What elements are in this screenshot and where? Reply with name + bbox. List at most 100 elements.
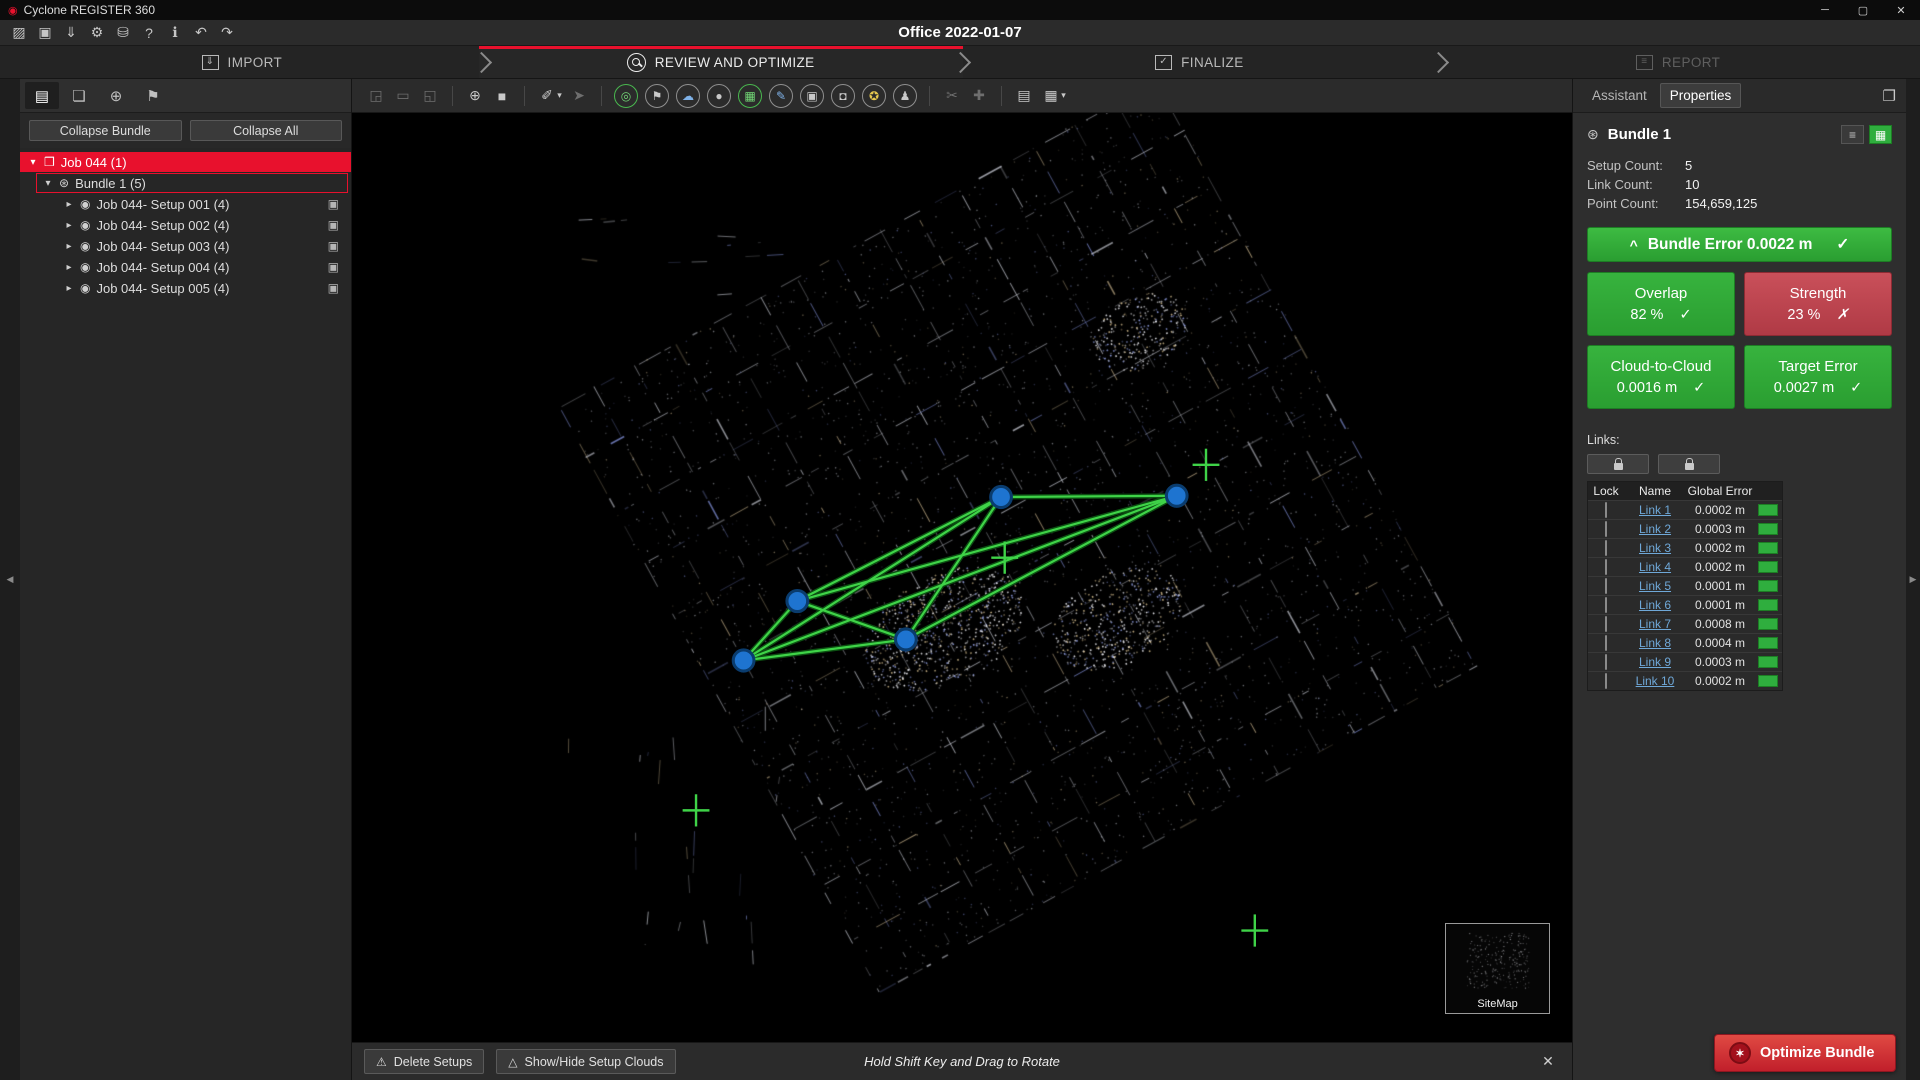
import-icon[interactable]: ⇓ [60, 22, 82, 44]
optimize-bundle-button[interactable]: ✶ Optimize Bundle [1714, 1034, 1896, 1072]
link-row[interactable]: Link 1 0.0002 m [1588, 500, 1782, 519]
metric-tile[interactable]: Target Error 0.0027 m ✓ [1744, 345, 1892, 409]
link-lock-checkbox[interactable] [1605, 673, 1607, 689]
pano-icon[interactable]: ▣ [328, 239, 339, 253]
collapse-all-button[interactable]: Collapse All [190, 120, 343, 141]
link-lock-checkbox[interactable] [1605, 616, 1607, 632]
link-lock-checkbox[interactable] [1605, 635, 1607, 651]
link-name[interactable]: Link 8 [1624, 636, 1686, 650]
link-lock-checkbox[interactable] [1605, 502, 1607, 518]
collapse-arrow-icon[interactable]: ▾ [28, 157, 38, 168]
link-name[interactable]: Link 10 [1624, 674, 1686, 688]
collapse-arrow-icon[interactable]: ▾ [43, 178, 53, 189]
column-global-error[interactable]: Global Error [1686, 484, 1754, 498]
markup-icon[interactable]: ✎ [769, 84, 793, 108]
column-lock[interactable]: Lock [1588, 484, 1624, 498]
lock-all-links-button[interactable] [1587, 454, 1649, 474]
tree-setup-row[interactable]: ▸ ◉ Job 044- Setup 004 (4) ▣ [20, 257, 351, 277]
collapse-right-panel-icon[interactable]: ▶ [1910, 574, 1917, 585]
project-tree-tab[interactable]: ▤ [25, 82, 59, 109]
cut-icon[interactable]: ✂ [940, 84, 964, 108]
filters-tab[interactable]: ⚑ [136, 82, 170, 109]
frame-select-icon[interactable]: ▭ [391, 84, 415, 108]
image-fit-icon[interactable]: ◲ [364, 84, 388, 108]
settings-icon[interactable]: ⚙ [86, 22, 108, 44]
link-lock-checkbox[interactable] [1605, 597, 1607, 613]
metric-tile[interactable]: Cloud-to-Cloud 0.0016 m ✓ [1587, 345, 1735, 409]
close-bottom-bar-button[interactable]: ✕ [1536, 1050, 1560, 1074]
workflow-step-report[interactable]: ≡ REPORT [1436, 46, 1920, 78]
table-caret-icon[interactable]: ▾ [1059, 84, 1068, 108]
minimize-button[interactable]: ─ [1806, 0, 1844, 20]
expand-arrow-icon[interactable]: ▸ [64, 283, 74, 294]
link-row[interactable]: Link 4 0.0002 m [1588, 557, 1782, 576]
link-row[interactable]: Link 6 0.0001 m [1588, 595, 1782, 614]
pano-icon[interactable]: ▣ [328, 260, 339, 274]
setup-node[interactable] [787, 591, 808, 612]
info-icon[interactable]: ℹ [164, 22, 186, 44]
tree-job-row[interactable]: ▾ ❒ Job 044 (1) [20, 152, 351, 172]
link-row[interactable]: Link 5 0.0001 m [1588, 576, 1782, 595]
unlock-all-links-button[interactable] [1658, 454, 1720, 474]
link-row[interactable]: Link 10 0.0002 m [1588, 671, 1782, 690]
link-row[interactable]: Link 2 0.0003 m [1588, 519, 1782, 538]
cloud-icon[interactable]: ☁ [676, 84, 700, 108]
panel-layout-icon[interactable]: ❐ [1883, 87, 1896, 105]
setup-node[interactable] [1166, 485, 1187, 506]
pano-icon[interactable]: ▣ [328, 281, 339, 295]
tab-properties[interactable]: Properties [1660, 83, 1742, 108]
grid-view-icon[interactable]: ▦ [1869, 125, 1892, 144]
attachments-tab[interactable]: ❏ [62, 82, 96, 109]
undo-icon[interactable]: ↶ [190, 22, 212, 44]
layers-icon[interactable]: ▤ [1012, 84, 1036, 108]
link-name[interactable]: Link 6 [1624, 598, 1686, 612]
tree-bundle-row[interactable]: ▾ ⊛ Bundle 1 (5) [36, 173, 348, 193]
help-icon[interactable]: ? [138, 22, 160, 44]
link-lock-checkbox[interactable] [1605, 559, 1607, 575]
open-project-icon[interactable]: ▨ [8, 22, 30, 44]
expand-arrow-icon[interactable]: ▸ [64, 241, 74, 252]
tree-setup-row[interactable]: ▸ ◉ Job 044- Setup 002 (4) ▣ [20, 215, 351, 235]
link-lock-checkbox[interactable] [1605, 540, 1607, 556]
link-row[interactable]: Link 9 0.0003 m [1588, 652, 1782, 671]
collapse-left-panel-icon[interactable]: ◀ [7, 574, 14, 585]
link-name[interactable]: Link 5 [1624, 579, 1686, 593]
add-user-icon[interactable]: ♟ [893, 84, 917, 108]
link-name[interactable]: Link 4 [1624, 560, 1686, 574]
link-name[interactable]: Link 3 [1624, 541, 1686, 555]
link-row[interactable]: Link 3 0.0002 m [1588, 538, 1782, 557]
setup-node[interactable] [991, 486, 1012, 507]
workflow-step-finalize[interactable]: ✓ FINALIZE [958, 46, 1442, 78]
workflow-step-import[interactable]: ⇓ IMPORT [0, 46, 484, 78]
expand-arrow-icon[interactable]: ▸ [64, 199, 74, 210]
setup-node[interactable] [733, 650, 754, 671]
column-name[interactable]: Name [1624, 484, 1686, 498]
link-lock-checkbox[interactable] [1605, 654, 1607, 670]
link-row[interactable]: Link 7 0.0008 m [1588, 614, 1782, 633]
geotag-tab[interactable]: ⊕ [99, 82, 133, 109]
bundle-link-network[interactable] [352, 113, 1572, 1042]
expand-arrow-icon[interactable]: ▸ [64, 262, 74, 273]
redo-icon[interactable]: ↷ [216, 22, 238, 44]
bundle-error-banner[interactable]: ^ Bundle Error 0.0022 m ✓ [1587, 227, 1892, 262]
camera-icon[interactable]: ◘ [831, 84, 855, 108]
link-lock-checkbox[interactable] [1605, 521, 1607, 537]
measure-caret-icon[interactable]: ▾ [555, 84, 564, 108]
metric-tile[interactable]: Strength 23 % ✗ [1744, 272, 1892, 336]
link-name[interactable]: Link 9 [1624, 655, 1686, 669]
label-icon[interactable]: ⚑ [645, 84, 669, 108]
link-row[interactable]: Link 8 0.0004 m [1588, 633, 1782, 652]
close-button[interactable]: ✕ [1882, 0, 1920, 20]
link-name[interactable]: Link 2 [1624, 522, 1686, 536]
pick-cursor-icon[interactable]: ➤ [567, 84, 591, 108]
storage-icon[interactable]: ⛁ [112, 22, 134, 44]
maximize-button[interactable]: ▢ [1844, 0, 1882, 20]
metric-tile[interactable]: Overlap 82 % ✓ [1587, 272, 1735, 336]
pano-icon[interactable]: ▣ [328, 218, 339, 232]
pano-icon[interactable]: ▣ [328, 197, 339, 211]
fill-view-icon[interactable]: ■ [490, 84, 514, 108]
add-target-icon[interactable]: ◎ [614, 84, 638, 108]
link-lock-checkbox[interactable] [1605, 578, 1607, 594]
zoom-window-icon[interactable]: ◱ [418, 84, 442, 108]
show-hide-setup-clouds-button[interactable]: △ Show/Hide Setup Clouds [496, 1049, 675, 1074]
